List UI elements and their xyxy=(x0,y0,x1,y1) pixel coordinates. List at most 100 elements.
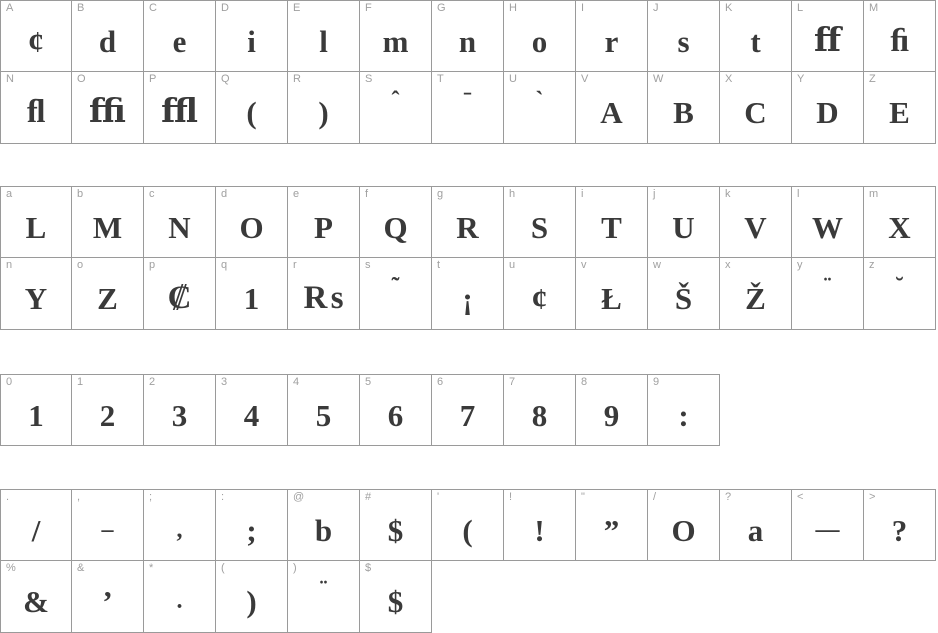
glyph-cell[interactable]: Ho xyxy=(504,0,576,72)
glyph-cell[interactable]: *. xyxy=(144,561,216,633)
cell-glyph: ˜ xyxy=(391,274,400,300)
glyph-cell[interactable]: kV xyxy=(720,186,792,258)
glyph-cell[interactable]: :; xyxy=(216,489,288,561)
glyph-cell[interactable]: % & xyxy=(0,561,72,633)
glyph-cell[interactable]: cN xyxy=(144,186,216,258)
glyph-cell[interactable]: Gn xyxy=(432,0,504,72)
glyph-cell[interactable]: nY xyxy=(0,258,72,330)
glyph-cell[interactable]: Ce xyxy=(144,0,216,72)
glyph-cell[interactable]: 67 xyxy=(432,374,504,446)
cell-glyph: D xyxy=(816,94,839,130)
glyph-cell[interactable]: gR xyxy=(432,186,504,258)
cell-glyph: ˘ xyxy=(895,274,904,300)
glyph-cell[interactable]: fQ xyxy=(360,186,432,258)
cell-glyph: ˋ xyxy=(535,88,544,114)
cell-glyph: — xyxy=(815,517,840,543)
glyph-cell[interactable]: 78 xyxy=(504,374,576,446)
glyph-cell[interactable]: Ir xyxy=(576,0,648,72)
glyph-cell[interactable]: WB xyxy=(648,72,720,144)
glyph-cell[interactable]: 12 xyxy=(72,374,144,446)
glyph-cell[interactable]: El xyxy=(288,0,360,72)
cell-glyph: l xyxy=(319,23,328,59)
glyph-cell[interactable]: y ¨ xyxy=(792,258,864,330)
cell-glyph: r xyxy=(604,23,619,59)
glyph-cell[interactable]: YD xyxy=(792,72,864,144)
glyph-cell[interactable]: Mﬁ xyxy=(864,0,936,72)
glyph-cell[interactable]: @ b xyxy=(288,489,360,561)
glyph-cell[interactable]: vŁ xyxy=(576,258,648,330)
glyph-cell[interactable]: R) xyxy=(288,72,360,144)
glyph-cell[interactable]: 45 xyxy=(288,374,360,446)
glyph-cell[interactable]: p ₡ xyxy=(144,258,216,330)
glyph-cell[interactable]: >? xyxy=(864,489,936,561)
glyph-cell[interactable]: oZ xyxy=(72,258,144,330)
glyph-cell[interactable]: ZE xyxy=(864,72,936,144)
glyph-cell[interactable]: Pﬄ xyxy=(144,72,216,144)
glyph-cell[interactable]: xŽ xyxy=(720,258,792,330)
glyph-cell[interactable]: aL xyxy=(0,186,72,258)
glyph-cell[interactable]: mX xyxy=(864,186,936,258)
glyph-cell[interactable]: Oﬃ xyxy=(72,72,144,144)
cell-glyph: Ž xyxy=(745,280,766,316)
glyph-cell[interactable]: . / xyxy=(0,489,72,561)
glyph-cell[interactable]: u ¢ xyxy=(504,258,576,330)
glyph-cell[interactable]: ) ¨ xyxy=(288,561,360,633)
glyph-cell[interactable]: 56 xyxy=(360,374,432,446)
glyph-cell[interactable]: dO xyxy=(216,186,288,258)
glyph-cell[interactable]: eP xyxy=(288,186,360,258)
glyph-cell[interactable]: jU xyxy=(648,186,720,258)
glyph-cell[interactable]: Tˉ xyxy=(432,72,504,144)
cell-glyph: ( xyxy=(462,512,473,548)
glyph-cell[interactable]: XC xyxy=(720,72,792,144)
glyph-cell[interactable]: Q( xyxy=(216,72,288,144)
glyph-cell[interactable]: < — xyxy=(792,489,864,561)
glyph-cell[interactable]: "” xyxy=(576,489,648,561)
glyph-cell[interactable]: '( xyxy=(432,489,504,561)
cell-glyph: L xyxy=(25,209,47,245)
glyph-cell[interactable]: t ¡ xyxy=(432,258,504,330)
cell-glyph: ’ xyxy=(102,584,113,619)
cell-glyph: ? xyxy=(891,512,908,548)
glyph-cell[interactable]: wŠ xyxy=(648,258,720,330)
glyph-cell[interactable]: iT xyxy=(576,186,648,258)
glyph-cell[interactable]: bM xyxy=(72,186,144,258)
glyph-cell[interactable]: Bd xyxy=(72,0,144,72)
glyph-cell[interactable]: Js xyxy=(648,0,720,72)
glyph-cell[interactable]: # $ xyxy=(360,489,432,561)
glyph-cell[interactable]: &’ xyxy=(72,561,144,633)
glyph-cell[interactable]: Uˋ xyxy=(504,72,576,144)
cell-glyph: t xyxy=(750,23,761,59)
glyph-cell[interactable]: 89 xyxy=(576,374,648,446)
glyph-cell[interactable]: ;, xyxy=(144,489,216,561)
glyph-cell[interactable]: 34 xyxy=(216,374,288,446)
glyph-cell[interactable]: / O xyxy=(648,489,720,561)
glyph-cell[interactable]: hS xyxy=(504,186,576,258)
cell-glyph: N xyxy=(168,209,191,245)
glyph-cell[interactable]: $ $ xyxy=(360,561,432,633)
glyph-cell[interactable]: Di xyxy=(216,0,288,72)
cell-glyph: V xyxy=(744,209,767,245)
glyph-cell[interactable]: !! xyxy=(504,489,576,561)
glyph-cell[interactable]: ? a xyxy=(720,489,792,561)
glyph-cell[interactable]: Sˆ xyxy=(360,72,432,144)
glyph-cell[interactable]: z ˘ xyxy=(864,258,936,330)
glyph-cell[interactable]: A ¢ xyxy=(0,0,72,72)
glyph-cell[interactable]: q1 xyxy=(216,258,288,330)
glyph-cell[interactable]: 23 xyxy=(144,374,216,446)
cell-glyph: ¢ xyxy=(531,280,548,316)
glyph-cell[interactable]: r ₨ xyxy=(288,258,360,330)
glyph-cell[interactable]: () xyxy=(216,561,288,633)
glyph-cell[interactable]: Nﬂ xyxy=(0,72,72,144)
glyph-cell[interactable]: 9: xyxy=(648,374,720,446)
glyph-cell[interactable]: Fm xyxy=(360,0,432,72)
cell-glyph: ﬀ xyxy=(813,22,842,59)
glyph-cell[interactable]: 01 xyxy=(0,374,72,446)
glyph-cell[interactable]: , – xyxy=(72,489,144,561)
glyph-cell[interactable]: s ˜ xyxy=(360,258,432,330)
glyph-row: A ¢ Bd Ce Di El Fm Gn Ho Ir Js Kt Lﬀ Mﬁ xyxy=(0,0,938,72)
glyph-cell[interactable]: Lﬀ xyxy=(792,0,864,72)
glyph-cell[interactable]: VA xyxy=(576,72,648,144)
glyph-cell[interactable]: Kt xyxy=(720,0,792,72)
glyph-cell[interactable]: lW xyxy=(792,186,864,258)
